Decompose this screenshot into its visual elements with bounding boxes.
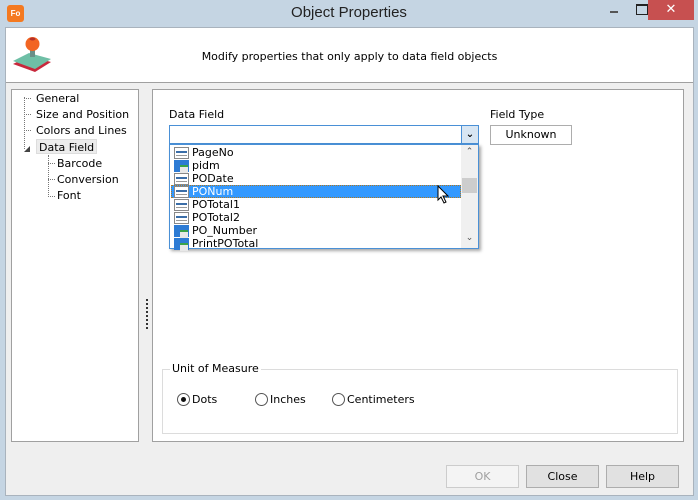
help-button[interactable]: Help (606, 465, 679, 488)
radio-button-checked[interactable] (177, 393, 190, 406)
mouse-cursor-icon (437, 185, 450, 204)
radio-label: Dots (192, 393, 218, 406)
radio-button[interactable] (332, 393, 345, 406)
list-item-label: pidm (192, 159, 220, 172)
tree-item-barcode[interactable]: Barcode (57, 156, 102, 171)
list-item[interactable]: POTotal1 (171, 198, 461, 211)
field-type-value: Unknown (490, 125, 572, 145)
calculated-field-icon (174, 225, 189, 238)
list-item[interactable]: PrintPOTotal (171, 237, 461, 251)
scroll-up-icon[interactable]: ⌃ (461, 145, 478, 160)
tree-connector (24, 130, 31, 131)
data-field-label: Data Field (169, 108, 225, 121)
list-item[interactable]: POTotal2 (171, 211, 461, 224)
scroll-down-icon[interactable]: ⌄ (461, 231, 478, 246)
tree-item-conversion[interactable]: Conversion (57, 172, 119, 187)
list-item-label: PageNo (192, 146, 234, 159)
tree-connector (48, 155, 49, 197)
properties-panel: Data Field ⌄ Field Type Unknown PageNo p… (152, 89, 684, 442)
list-item[interactable]: PageNo (171, 146, 461, 159)
tree-connector (24, 114, 31, 115)
grip-icon (146, 299, 148, 329)
minimize-button[interactable] (602, 0, 628, 20)
close-button[interactable]: Close (526, 465, 599, 488)
list-item[interactable]: PODate (171, 172, 461, 185)
collapse-arrow-icon[interactable] (24, 146, 30, 152)
list-item-label: PO_Number (192, 224, 257, 237)
tree-connector (24, 97, 25, 149)
list-item-label: POTotal2 (192, 211, 240, 224)
close-window-button[interactable]: ✕ (648, 0, 694, 20)
window-title: Object Properties (291, 4, 407, 21)
title-bar: Fo Object Properties ✕ (0, 0, 698, 27)
field-type-label: Field Type (490, 108, 545, 121)
list-item-selected[interactable]: PONum (171, 185, 461, 198)
field-icon (174, 199, 189, 211)
data-field-dropdown-list[interactable]: PageNo pidm PODate PONum POTotal1 POTota… (169, 144, 479, 251)
calculated-field-icon (174, 238, 189, 251)
unit-of-measure-group: Unit of Measure Dots Inches Centimeters (162, 362, 678, 434)
tree-item-data-field[interactable]: Data Field (36, 139, 98, 154)
tree-connector (48, 196, 55, 197)
field-icon (174, 147, 189, 159)
chevron-down-icon[interactable]: ⌄ (461, 126, 478, 143)
tree-item-font[interactable]: Font (57, 188, 81, 203)
splitter-handle[interactable] (144, 89, 150, 442)
scrollbar-thumb[interactable] (462, 178, 477, 193)
list-item-label: PODate (192, 172, 234, 185)
radio-button[interactable] (255, 393, 268, 406)
tree-item-colors-and-lines[interactable]: Colors and Lines (36, 123, 127, 138)
tree-item-size-and-position[interactable]: Size and Position (36, 107, 129, 122)
field-icon (174, 186, 189, 198)
list-item-label: PONum (192, 185, 234, 198)
tree-connector (48, 179, 55, 180)
dialog-header: Modify properties that only apply to dat… (6, 28, 693, 83)
field-icon (174, 212, 189, 224)
radio-label: Inches (270, 393, 306, 406)
list-item-label: PrintPOTotal (192, 237, 259, 250)
dialog-body: Modify properties that only apply to dat… (5, 27, 694, 496)
list-item-label: POTotal1 (192, 198, 240, 211)
list-item[interactable]: pidm (171, 159, 461, 173)
list-item[interactable]: PO_Number (171, 224, 461, 238)
header-description: Modify properties that only apply to dat… (201, 50, 498, 63)
dropdown-scrollbar[interactable]: ⌃ ⌄ (461, 145, 478, 248)
unit-of-measure-label: Unit of Measure (170, 362, 261, 375)
tree-connector (24, 98, 31, 99)
tree-connector (48, 163, 55, 164)
calculated-field-icon (174, 160, 189, 173)
property-tree[interactable]: General Size and Position Colors and Lin… (11, 89, 139, 442)
tree-item-general[interactable]: General (36, 91, 79, 106)
data-field-combobox[interactable]: ⌄ (169, 125, 479, 144)
radio-label: Centimeters (347, 393, 415, 406)
field-icon (174, 173, 189, 185)
ok-button[interactable]: OK (446, 465, 519, 488)
